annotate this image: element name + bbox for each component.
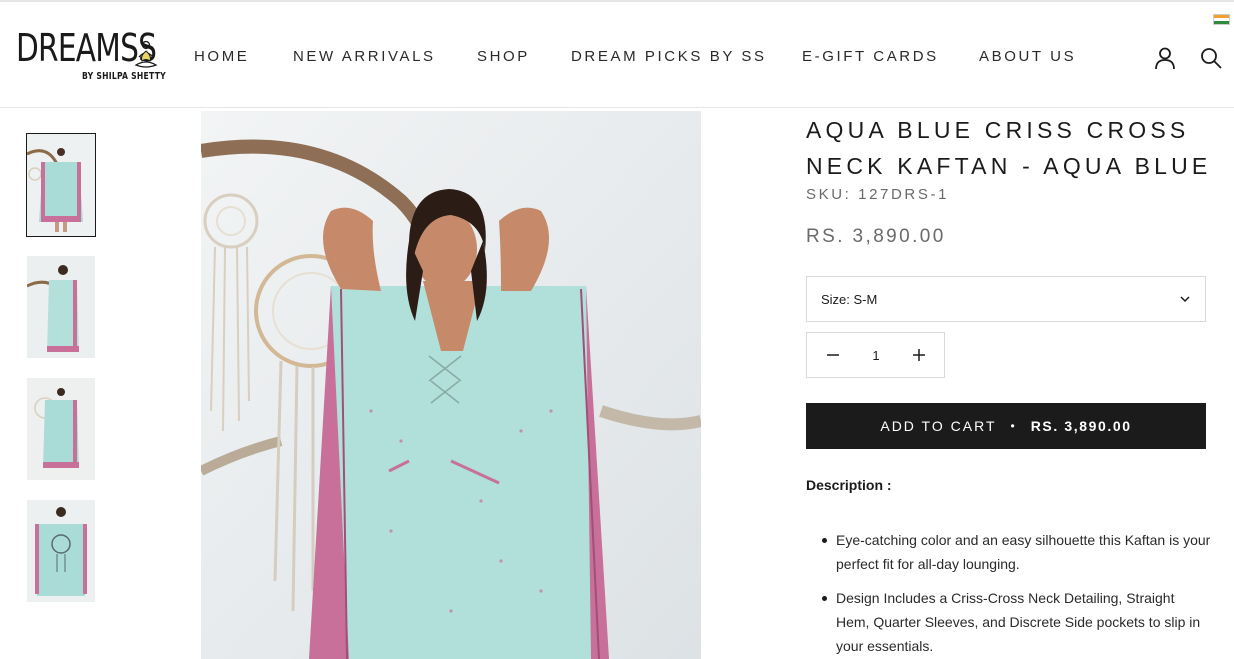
india-flag-icon[interactable] (1213, 14, 1230, 25)
nav-shop[interactable]: SHOP (477, 48, 530, 65)
meditation-figure-icon (134, 40, 158, 68)
nav-home[interactable]: HOME (194, 48, 249, 65)
minus-icon[interactable] (825, 347, 841, 363)
main-product-image[interactable] (201, 111, 701, 659)
description-heading: Description : (806, 477, 892, 493)
site-header: DREAMSS BY SHILPA SHETTY HOME NEW ARRIVA… (0, 0, 1234, 108)
product-sku: SKU: 127DRS-1 (806, 186, 950, 203)
thumbnail-4[interactable] (27, 500, 95, 602)
list-item: Design Includes a Criss-Cross Neck Detai… (822, 586, 1211, 658)
chevron-down-icon (1180, 296, 1190, 303)
thumbnail-2[interactable] (27, 256, 95, 358)
add-to-cart-price: RS. 3,890.00 (1030, 418, 1132, 434)
account-icon[interactable] (1153, 46, 1177, 70)
list-item: Eye-catching color and an easy silhouett… (822, 528, 1211, 576)
size-select[interactable]: Size: S-M (806, 276, 1206, 322)
add-to-cart-button[interactable]: ADD TO CART • RS. 3,890.00 (806, 403, 1206, 449)
product-price: RS. 3,890.00 (806, 226, 946, 247)
add-to-cart-label: ADD TO CART (880, 418, 997, 434)
nav-new-arrivals[interactable]: NEW ARRIVALS (293, 48, 436, 65)
quantity-input[interactable]: 1 (857, 348, 895, 363)
description-list: Eye-catching color and an easy silhouett… (822, 528, 1211, 659)
nav-dream-picks[interactable]: DREAM PICKS BY SS (571, 48, 767, 65)
thumbnail-3[interactable] (27, 378, 95, 480)
logo-subtext: BY SHILPA SHETTY (82, 71, 166, 82)
nav-about-us[interactable]: ABOUT US (979, 48, 1076, 65)
search-icon[interactable] (1199, 46, 1223, 70)
nav-e-gift-cards[interactable]: E-GIFT CARDS (802, 48, 939, 65)
thumbnail-1[interactable] (26, 133, 96, 237)
size-select-value: Size: S-M (821, 292, 878, 307)
logo[interactable]: DREAMSS BY SHILPA SHETTY (16, 26, 166, 88)
product-title: AQUA BLUE CRISS CROSS NECK KAFTAN - AQUA… (806, 117, 1212, 179)
separator-dot: • (1010, 419, 1017, 433)
quantity-stepper: 1 (806, 332, 945, 378)
plus-icon[interactable] (911, 347, 927, 363)
